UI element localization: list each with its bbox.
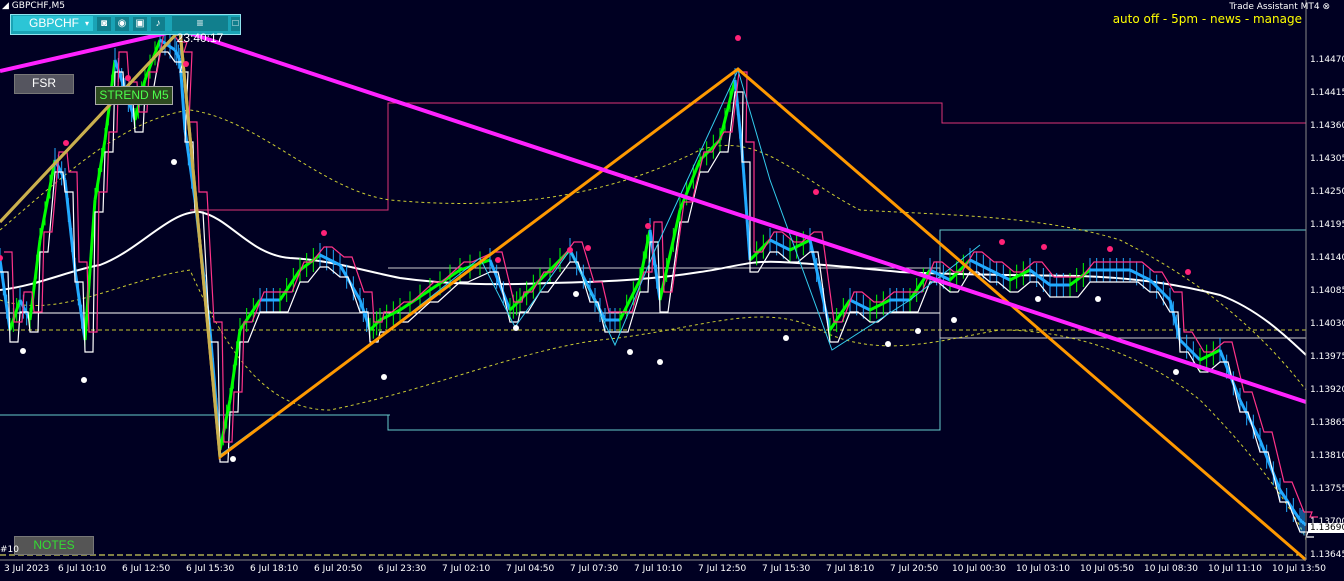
time-tick-label: 6 Jul 12:50 bbox=[122, 564, 171, 574]
swing-low-marker bbox=[1173, 369, 1179, 375]
swing-high-marker bbox=[645, 223, 651, 229]
time-tick-label: 7 Jul 15:30 bbox=[762, 564, 811, 574]
time-tick-label: 6 Jul 20:50 bbox=[314, 564, 363, 574]
time-tick-label: 10 Jul 13:50 bbox=[1272, 564, 1326, 574]
notes-button[interactable]: NOTES bbox=[14, 536, 94, 555]
price-tick-label: 1.13645 bbox=[1310, 550, 1344, 560]
price-tick-label: 1.13810 bbox=[1310, 451, 1344, 461]
price-chart[interactable] bbox=[0, 0, 1344, 581]
save-icon[interactable]: ▣ bbox=[133, 17, 147, 31]
swing-low-marker bbox=[513, 325, 519, 331]
window-title: ◢ GBPCHF,M5 bbox=[2, 1, 65, 11]
time-tick-label: 10 Jul 03:10 bbox=[1016, 564, 1070, 574]
time-tick-label: 10 Jul 08:30 bbox=[1144, 564, 1198, 574]
menu-icon: ≡ bbox=[196, 16, 204, 30]
price-tick-label: 1.14360 bbox=[1310, 121, 1344, 131]
price-tick-label: 1.13755 bbox=[1310, 484, 1344, 494]
clock-display[interactable]: ≡ 23:40:17 bbox=[172, 16, 228, 45]
strend-button[interactable]: STREND M5 bbox=[95, 86, 173, 105]
eye-icon[interactable]: ◉ bbox=[115, 17, 129, 31]
time-tick-label: 6 Jul 18:10 bbox=[250, 564, 299, 574]
swing-low-marker bbox=[20, 348, 26, 354]
collapse-icon[interactable]: ◢ bbox=[2, 1, 9, 11]
left-edge-label: #10 bbox=[0, 545, 19, 555]
time-tick-label: 7 Jul 02:10 bbox=[442, 564, 491, 574]
close-circle-icon[interactable]: ⊗ bbox=[1322, 2, 1330, 12]
bell-icon[interactable]: ♪ bbox=[151, 17, 165, 31]
swing-low-marker bbox=[1035, 296, 1041, 302]
swing-low-marker bbox=[783, 335, 789, 341]
time-tick-label: 7 Jul 10:10 bbox=[634, 564, 683, 574]
price-tick-label: 1.14140 bbox=[1310, 253, 1344, 263]
swing-high-marker bbox=[585, 245, 591, 251]
fsr-button[interactable]: FSR bbox=[14, 74, 74, 94]
swing-low-marker bbox=[1095, 296, 1101, 302]
swing-high-marker bbox=[813, 189, 819, 195]
swing-high-marker bbox=[125, 75, 131, 81]
camera-icon[interactable]: ◙ bbox=[97, 17, 111, 31]
swing-low-marker bbox=[627, 349, 633, 355]
price-tick-label: 1.14030 bbox=[1310, 319, 1344, 329]
price-tick-label: 1.14305 bbox=[1310, 154, 1344, 164]
window-icon[interactable]: □ bbox=[231, 17, 240, 31]
price-tick-label: 1.14415 bbox=[1310, 88, 1344, 98]
window-title-text: GBPCHF,M5 bbox=[11, 1, 65, 11]
swing-low-marker bbox=[230, 456, 236, 462]
time-tick-label: 7 Jul 04:50 bbox=[506, 564, 555, 574]
assistant-status[interactable]: auto off - 5pm - news - manage bbox=[1113, 12, 1302, 26]
time-tick-label: 6 Jul 15:30 bbox=[186, 564, 235, 574]
swing-high-marker bbox=[1107, 246, 1113, 252]
swing-high-marker bbox=[495, 257, 501, 263]
price-tick-label: 1.13865 bbox=[1310, 418, 1344, 428]
price-tick-label: 1.13920 bbox=[1310, 385, 1344, 395]
swing-low-marker bbox=[171, 159, 177, 165]
time-tick-label: 7 Jul 12:50 bbox=[698, 564, 747, 574]
swing-low-marker bbox=[657, 359, 663, 365]
assistant-title-text: Trade Assistant MT4 bbox=[1229, 2, 1320, 12]
price-tick-label: 1.14195 bbox=[1310, 220, 1344, 230]
swing-high-marker bbox=[63, 140, 69, 146]
price-tick-label: 1.13975 bbox=[1310, 352, 1344, 362]
assistant-title: Trade Assistant MT4 ⊗ bbox=[1229, 2, 1330, 12]
symbol-selector[interactable]: GBPCHF ▾ bbox=[13, 16, 93, 31]
time-tick-label: 10 Jul 00:30 bbox=[952, 564, 1006, 574]
price-tick-label: 1.14470 bbox=[1310, 55, 1344, 65]
time-tick-label: 3 Jul 2023 bbox=[4, 564, 50, 574]
time-tick-label: 10 Jul 11:10 bbox=[1208, 564, 1262, 574]
swing-high-marker bbox=[999, 239, 1005, 245]
swing-low-marker bbox=[381, 374, 387, 380]
chevron-down-icon: ▾ bbox=[84, 19, 89, 28]
time-tick-label: 10 Jul 05:50 bbox=[1080, 564, 1134, 574]
time-tick-label: 7 Jul 18:10 bbox=[826, 564, 875, 574]
time-tick-label: 7 Jul 07:30 bbox=[570, 564, 619, 574]
symbol-label: GBPCHF bbox=[29, 16, 80, 30]
swing-low-marker bbox=[573, 291, 579, 297]
clock-time: 23:40:17 bbox=[176, 31, 224, 45]
current-price-label: 1.13690 bbox=[1308, 523, 1344, 533]
swing-high-marker bbox=[321, 230, 327, 236]
swing-high-marker bbox=[1041, 244, 1047, 250]
swing-high-marker bbox=[183, 61, 189, 67]
swing-low-marker bbox=[915, 328, 921, 334]
time-tick-label: 6 Jul 10:10 bbox=[58, 564, 107, 574]
time-tick-label: 6 Jul 23:30 bbox=[378, 564, 427, 574]
swing-high-marker bbox=[735, 35, 741, 41]
swing-low-marker bbox=[885, 341, 891, 347]
swing-low-marker bbox=[81, 377, 87, 383]
price-tick-label: 1.14085 bbox=[1310, 286, 1344, 296]
swing-high-marker bbox=[567, 247, 573, 253]
symbol-toolbar: GBPCHF ▾ ◙ ◉ ▣ ♪ ≡ 23:40:17 □ bbox=[10, 14, 241, 45]
price-tick-label: 1.14250 bbox=[1310, 187, 1344, 197]
swing-low-marker bbox=[951, 317, 957, 323]
time-tick-label: 7 Jul 20:50 bbox=[890, 564, 939, 574]
swing-high-marker bbox=[1185, 269, 1191, 275]
